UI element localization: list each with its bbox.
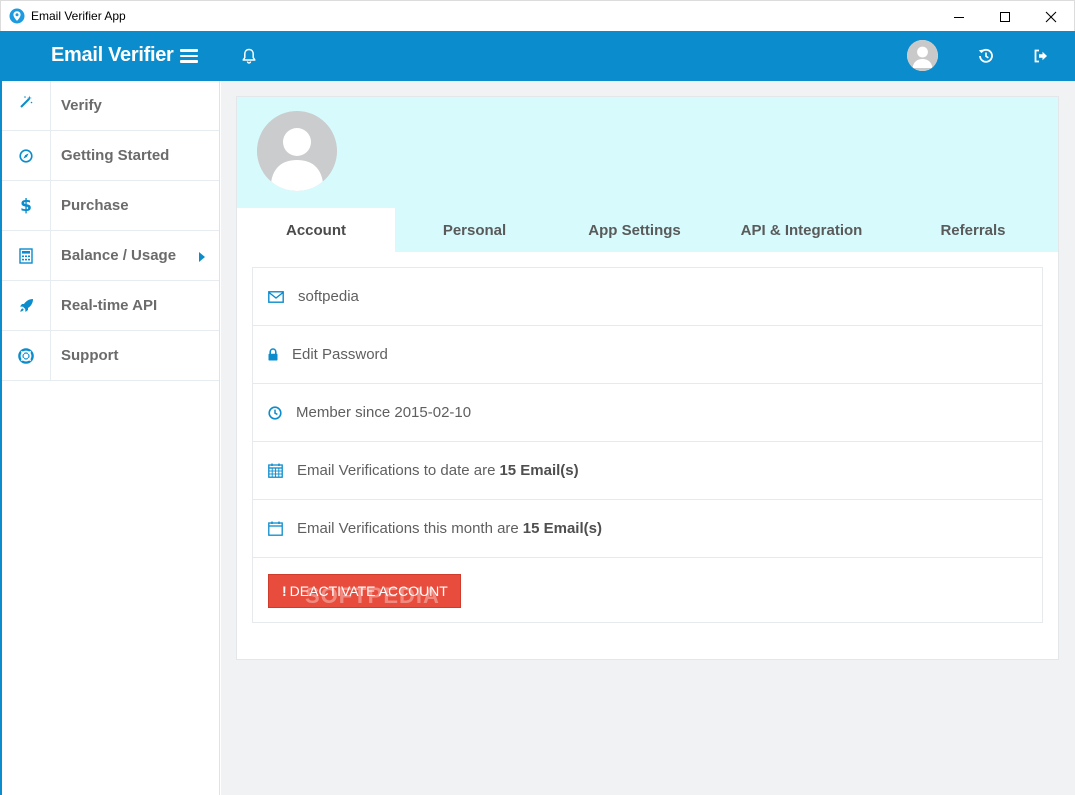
app-header: Email Verifier <box>0 31 1075 81</box>
sidebar-item-getting-started[interactable]: Getting Started <box>2 130 219 181</box>
sidebar-item-label: Purchase <box>61 197 129 214</box>
tab-app-settings[interactable]: App Settings <box>554 208 715 252</box>
clock-icon <box>268 405 282 420</box>
user-avatar[interactable] <box>907 40 938 71</box>
sidebar-item-support[interactable]: Support <box>2 330 219 381</box>
verifications-total-row: Email Verifications to date are 15 Email… <box>253 442 1042 500</box>
calendar-icon <box>268 521 283 536</box>
lock-icon <box>268 348 278 362</box>
sidebar-item-purchase[interactable]: $ Purchase <box>2 180 219 231</box>
tab-api-integration[interactable]: API & Integration <box>715 208 888 252</box>
lifebuoy-icon <box>2 330 51 381</box>
verifications-total-text: Email Verifications to date are <box>297 462 496 479</box>
compass-icon <box>2 130 51 181</box>
account-details-list: softpedia Edit Password Member since 201… <box>252 267 1043 623</box>
username-row: softpedia <box>253 268 1042 326</box>
tab-referrals[interactable]: Referrals <box>888 208 1058 252</box>
sidebar-item-real-time-api[interactable]: Real-time API <box>2 280 219 331</box>
exclamation-icon: ! <box>282 583 287 599</box>
verifications-month-text: Email Verifications this month are <box>297 520 519 537</box>
main-content: Account Personal App Settings API & Inte… <box>221 81 1075 795</box>
profile-header <box>237 97 1058 208</box>
deactivate-account-button[interactable]: ! DEACTIVATE ACCOUNT SOFTPEDIA <box>268 574 461 608</box>
envelope-icon <box>268 290 284 304</box>
maximize-button[interactable] <box>982 1 1028 32</box>
member-since-row: Member since 2015-02-10 <box>253 384 1042 442</box>
deactivate-account-label: DEACTIVATE ACCOUNT <box>289 583 448 599</box>
profile-card: Account Personal App Settings API & Inte… <box>236 96 1059 660</box>
sign-out-icon[interactable] <box>1032 47 1050 65</box>
deactivate-row: ! DEACTIVATE ACCOUNT SOFTPEDIA <box>253 558 1042 624</box>
rocket-icon <box>2 280 51 331</box>
verifications-month-value: 15 Email(s) <box>522 520 602 537</box>
window-titlebar: Email Verifier App <box>0 0 1075 31</box>
notifications-bell-icon[interactable] <box>240 47 258 65</box>
close-button[interactable] <box>1028 1 1074 32</box>
dollar-icon: $ <box>2 180 51 231</box>
history-icon[interactable] <box>977 47 995 65</box>
username-text: softpedia <box>298 288 359 305</box>
calculator-icon <box>2 230 51 281</box>
sidebar-item-label: Verify <box>61 97 102 114</box>
profile-avatar <box>257 111 337 191</box>
sidebar-item-label: Balance / Usage <box>61 247 177 264</box>
window-title: Email Verifier App <box>31 9 126 23</box>
sidebar-item-label: Getting Started <box>61 147 170 164</box>
menu-toggle-icon[interactable] <box>180 49 198 63</box>
sidebar: Verify Getting Started $ Purchase Balanc… <box>0 80 220 795</box>
app-icon <box>9 8 25 24</box>
tab-account[interactable]: Account <box>237 208 395 252</box>
magic-wand-icon <box>2 80 51 131</box>
tab-personal[interactable]: Personal <box>395 208 554 252</box>
minimize-button[interactable] <box>936 1 982 32</box>
profile-tabs: Account Personal App Settings API & Inte… <box>237 208 1058 252</box>
chevron-right-icon <box>199 252 205 262</box>
verifications-month-row: Email Verifications this month are 15 Em… <box>253 500 1042 558</box>
calendar-grid-icon <box>268 463 283 478</box>
sidebar-item-label: Real-time API <box>61 297 158 314</box>
edit-password-link[interactable]: Edit Password <box>292 346 388 363</box>
sidebar-item-verify[interactable]: Verify <box>2 80 219 131</box>
verifications-total-value: 15 Email(s) <box>499 462 579 479</box>
edit-password-row[interactable]: Edit Password <box>253 326 1042 384</box>
brand-title: Email Verifier <box>51 44 174 66</box>
member-since-text: Member since 2015-02-10 <box>296 404 472 421</box>
sidebar-item-balance-usage[interactable]: Balance / Usage <box>2 230 219 281</box>
sidebar-item-label: Support <box>61 347 119 364</box>
